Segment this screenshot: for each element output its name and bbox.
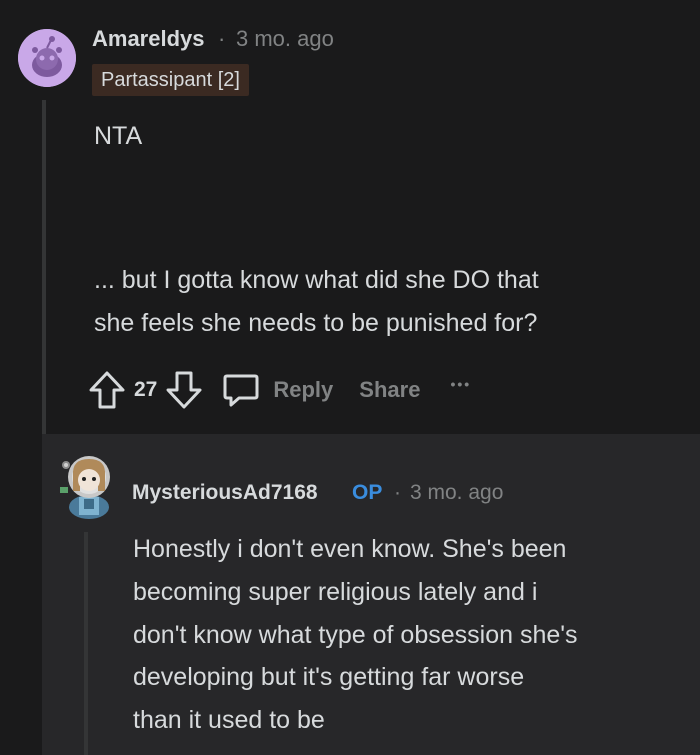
user-flair: Partassipant [2] (92, 64, 249, 96)
reply-body-line: don't know what type of obsession she's (133, 621, 578, 649)
op-avatar[interactable] (58, 447, 120, 519)
comment-body-line: NTA (94, 122, 143, 150)
reply-body-line: becoming super religious lately and i (133, 578, 538, 606)
op-badge: OP (352, 481, 383, 504)
reply-button[interactable]: Reply (273, 377, 333, 403)
vote-count: 27 (134, 378, 158, 401)
snoo-avatar-icon (18, 29, 76, 87)
reply-timestamp[interactable]: 3 mo. ago (410, 478, 503, 508)
share-button[interactable]: Share (359, 377, 420, 403)
reply-body-line: developing but it's getting far worse (133, 663, 525, 691)
comment-author[interactable]: Amareldys (92, 24, 205, 54)
meta-separator: · (218, 26, 226, 51)
avatar[interactable] (18, 29, 76, 87)
reply-body-line: Honestly i don't even know. She's been (133, 535, 567, 563)
more-options-icon[interactable]: ••• (450, 376, 471, 392)
upvote-icon[interactable] (88, 370, 126, 410)
comment-icon[interactable] (221, 370, 261, 410)
thread-line[interactable] (42, 100, 46, 434)
comment-timestamp[interactable]: 3 mo. ago (236, 24, 334, 54)
comment-action-bar: 27 Reply Share ••• (88, 369, 471, 411)
astronaut-avatar-icon (60, 456, 110, 519)
reply-body-line: than it used to be (133, 706, 325, 734)
comment-body-line: ... but I gotta know what did she DO tha… (94, 266, 539, 294)
downvote-icon[interactable] (165, 370, 203, 410)
thread-line[interactable] (84, 532, 88, 755)
meta-separator: · (394, 481, 401, 504)
reply-author[interactable]: MysteriousAd7168 (132, 478, 318, 508)
comment-body-line: she feels she needs to be punished for? (94, 309, 538, 337)
